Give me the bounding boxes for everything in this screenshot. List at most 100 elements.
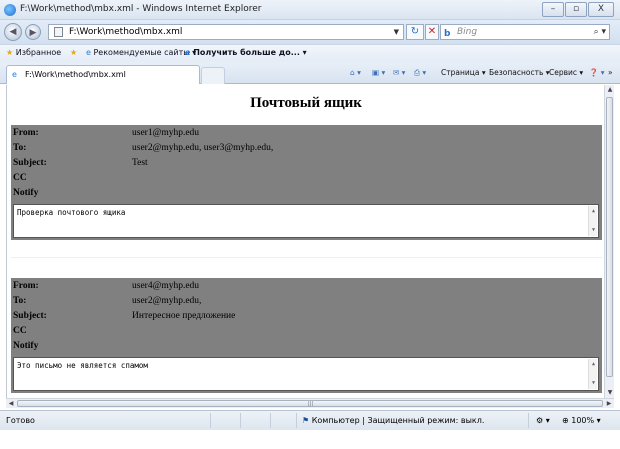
add-favorites-button[interactable]: ★ [70, 48, 77, 57]
from-label: From: [13, 128, 39, 138]
ie-page-icon: e [86, 48, 91, 57]
search-input[interactable]: b Bing ⌕ ▾ [440, 24, 610, 40]
message-header: From: user1@myhp.edu To: user2@myhp.edu,… [11, 125, 602, 240]
suggested-sites-label: Рекомендуемые сайты ▾ [93, 48, 197, 57]
page-vertical-scrollbar[interactable]: ▲ ▼ [604, 85, 614, 398]
message-body-textarea[interactable]: Это письмо не является спамом ▲ ▼ [13, 357, 599, 391]
security-zone[interactable]: ⚑ Компьютер | Защищенный режим: выкл. [302, 416, 484, 425]
chevron-more-icon[interactable]: » [608, 68, 613, 77]
forward-button[interactable]: ▶ [25, 24, 41, 40]
safety-menu[interactable]: Безопасность ▾ [489, 68, 550, 77]
protected-mode-icon: ⚙ ▾ [536, 416, 550, 425]
status-divider [528, 413, 529, 428]
maximize-button[interactable]: ▫ [565, 2, 587, 17]
zoom-button[interactable]: ⊕ 100% ▾ [562, 416, 601, 425]
message-body-text: Проверка почтового ящика [17, 208, 126, 217]
add-to-favorites-icon: ★ [70, 48, 78, 57]
help-button[interactable]: ❓ ▾ [589, 68, 605, 77]
search-icon[interactable]: ⌕ ▾ [594, 25, 606, 39]
window-controls: – ▫ X [542, 2, 614, 17]
search-placeholder: Bing [457, 27, 478, 37]
back-arrow-icon: ◀ [9, 27, 17, 37]
tab-label: F:\Work\method\mbx.xml [25, 70, 126, 79]
zoom-icon: ⊕ [562, 416, 569, 425]
scroll-up-icon[interactable]: ▲ [605, 85, 615, 95]
cc-label: CC [13, 326, 27, 336]
zone-text: Компьютер | Защищенный режим: выкл. [311, 416, 485, 425]
tab-mbx[interactable]: e F:\Work\method\mbx.xml [6, 65, 200, 84]
address-url: F:\Work\method\mbx.xml [69, 27, 183, 37]
status-divider [240, 413, 241, 428]
textarea-scrollbar[interactable]: ▲ ▼ [588, 359, 597, 389]
cc-label: CC [13, 173, 27, 183]
status-divider [296, 413, 297, 428]
address-input[interactable]: F:\Work\method\mbx.xml ▼ [48, 24, 404, 40]
feeds-button[interactable]: ▣ ▾ [372, 68, 385, 77]
refresh-button[interactable]: ↻ [406, 24, 424, 40]
page-menu[interactable]: Страница ▾ [441, 68, 486, 77]
minimize-button[interactable]: – [542, 2, 564, 17]
scroll-up-icon[interactable]: ▲ [589, 206, 598, 217]
window-title: F:\Work\method\mbx.xml - Windows Interne… [20, 4, 262, 14]
close-icon: X [597, 4, 605, 14]
from-label: From: [13, 281, 39, 291]
favorites-button[interactable]: ★ Избранное [6, 48, 61, 57]
computer-zone-icon: ⚑ [302, 416, 310, 425]
scroll-left-icon[interactable]: ◀ [6, 399, 16, 409]
zoom-level: 100% [571, 416, 595, 425]
scroll-grip-icon: ||| [308, 401, 314, 407]
feeds-icon: ▣ ▾ [372, 68, 386, 77]
page-icon [54, 27, 63, 37]
stop-icon: ✕ [427, 26, 437, 37]
subject-label: Subject: [13, 158, 47, 168]
help-icon: ❓ ▾ [589, 68, 605, 77]
home-icon: ⌂ ▾ [350, 68, 361, 77]
scroll-down-icon[interactable]: ▼ [589, 225, 598, 236]
internet-explorer-icon [4, 4, 16, 16]
tab-bar: e F:\Work\method\mbx.xml ⌂ ▾ ▣ ▾ ✉ ▾ ⎙ ▾… [0, 62, 620, 84]
home-button[interactable]: ⌂ ▾ [350, 68, 361, 77]
new-tab-button[interactable] [201, 67, 225, 84]
window-title-bar: F:\Work\method\mbx.xml - Windows Interne… [0, 0, 620, 20]
message-body-textarea[interactable]: Проверка почтового ящика ▲ ▼ [13, 204, 599, 238]
status-divider [270, 413, 271, 428]
back-button[interactable]: ◀ [4, 23, 22, 41]
address-dropdown-icon[interactable]: ▼ [394, 25, 399, 39]
favorites-star-icon: ★ [6, 48, 14, 57]
scroll-right-icon[interactable]: ▶ [604, 399, 614, 409]
to-value: user2@myhp.edu, user3@myhp.edu, [132, 143, 274, 153]
print-button[interactable]: ⎙ ▾ [414, 68, 426, 78]
stop-button[interactable]: ✕ [425, 24, 439, 40]
page-horizontal-scrollbar[interactable]: ◀ ||| ▶ [6, 398, 614, 408]
get-more-addons-button[interactable]: e Получить больше до... ▾ [185, 48, 307, 57]
bing-icon: b [444, 29, 451, 39]
scroll-up-icon[interactable]: ▲ [589, 359, 598, 370]
tools-menu[interactable]: Сервис ▾ [549, 68, 583, 77]
refresh-icon: ↻ [410, 26, 420, 37]
protected-mode-button[interactable]: ⚙ ▾ [536, 416, 550, 425]
subject-value: Интересное предложение [132, 311, 236, 321]
favorites-bar: ★ Избранное ★ e Рекомендуемые сайты ▾ e … [0, 44, 620, 62]
status-divider [210, 413, 211, 428]
page-title: Почтовый ящик [250, 95, 362, 111]
scroll-down-icon[interactable]: ▼ [605, 388, 615, 398]
ie-page-icon: e [12, 70, 17, 79]
forward-arrow-icon: ▶ [29, 28, 37, 38]
textarea-scrollbar[interactable]: ▲ ▼ [588, 206, 597, 236]
vertical-scroll-thumb[interactable] [606, 97, 613, 377]
to-value: user2@myhp.edu, [132, 296, 202, 306]
close-button[interactable]: X [588, 2, 614, 17]
suggested-sites-button[interactable]: e Рекомендуемые сайты ▾ [86, 48, 196, 57]
horizontal-scroll-thumb[interactable]: ||| [17, 400, 603, 407]
minimize-icon: – [550, 4, 556, 14]
subject-label: Subject: [13, 311, 47, 321]
message-divider [11, 257, 602, 258]
scroll-down-icon[interactable]: ▼ [589, 378, 598, 389]
message-header: From: user4@myhp.edu To: user2@myhp.edu,… [11, 278, 602, 393]
from-value: user1@myhp.edu [132, 128, 200, 138]
message-body-text: Это письмо не является спамом [17, 361, 148, 370]
favorites-label: Избранное [15, 48, 62, 57]
to-label: To: [13, 296, 27, 306]
mail-icon: ✉ ▾ [393, 68, 406, 77]
read-mail-button[interactable]: ✉ ▾ [393, 68, 405, 77]
